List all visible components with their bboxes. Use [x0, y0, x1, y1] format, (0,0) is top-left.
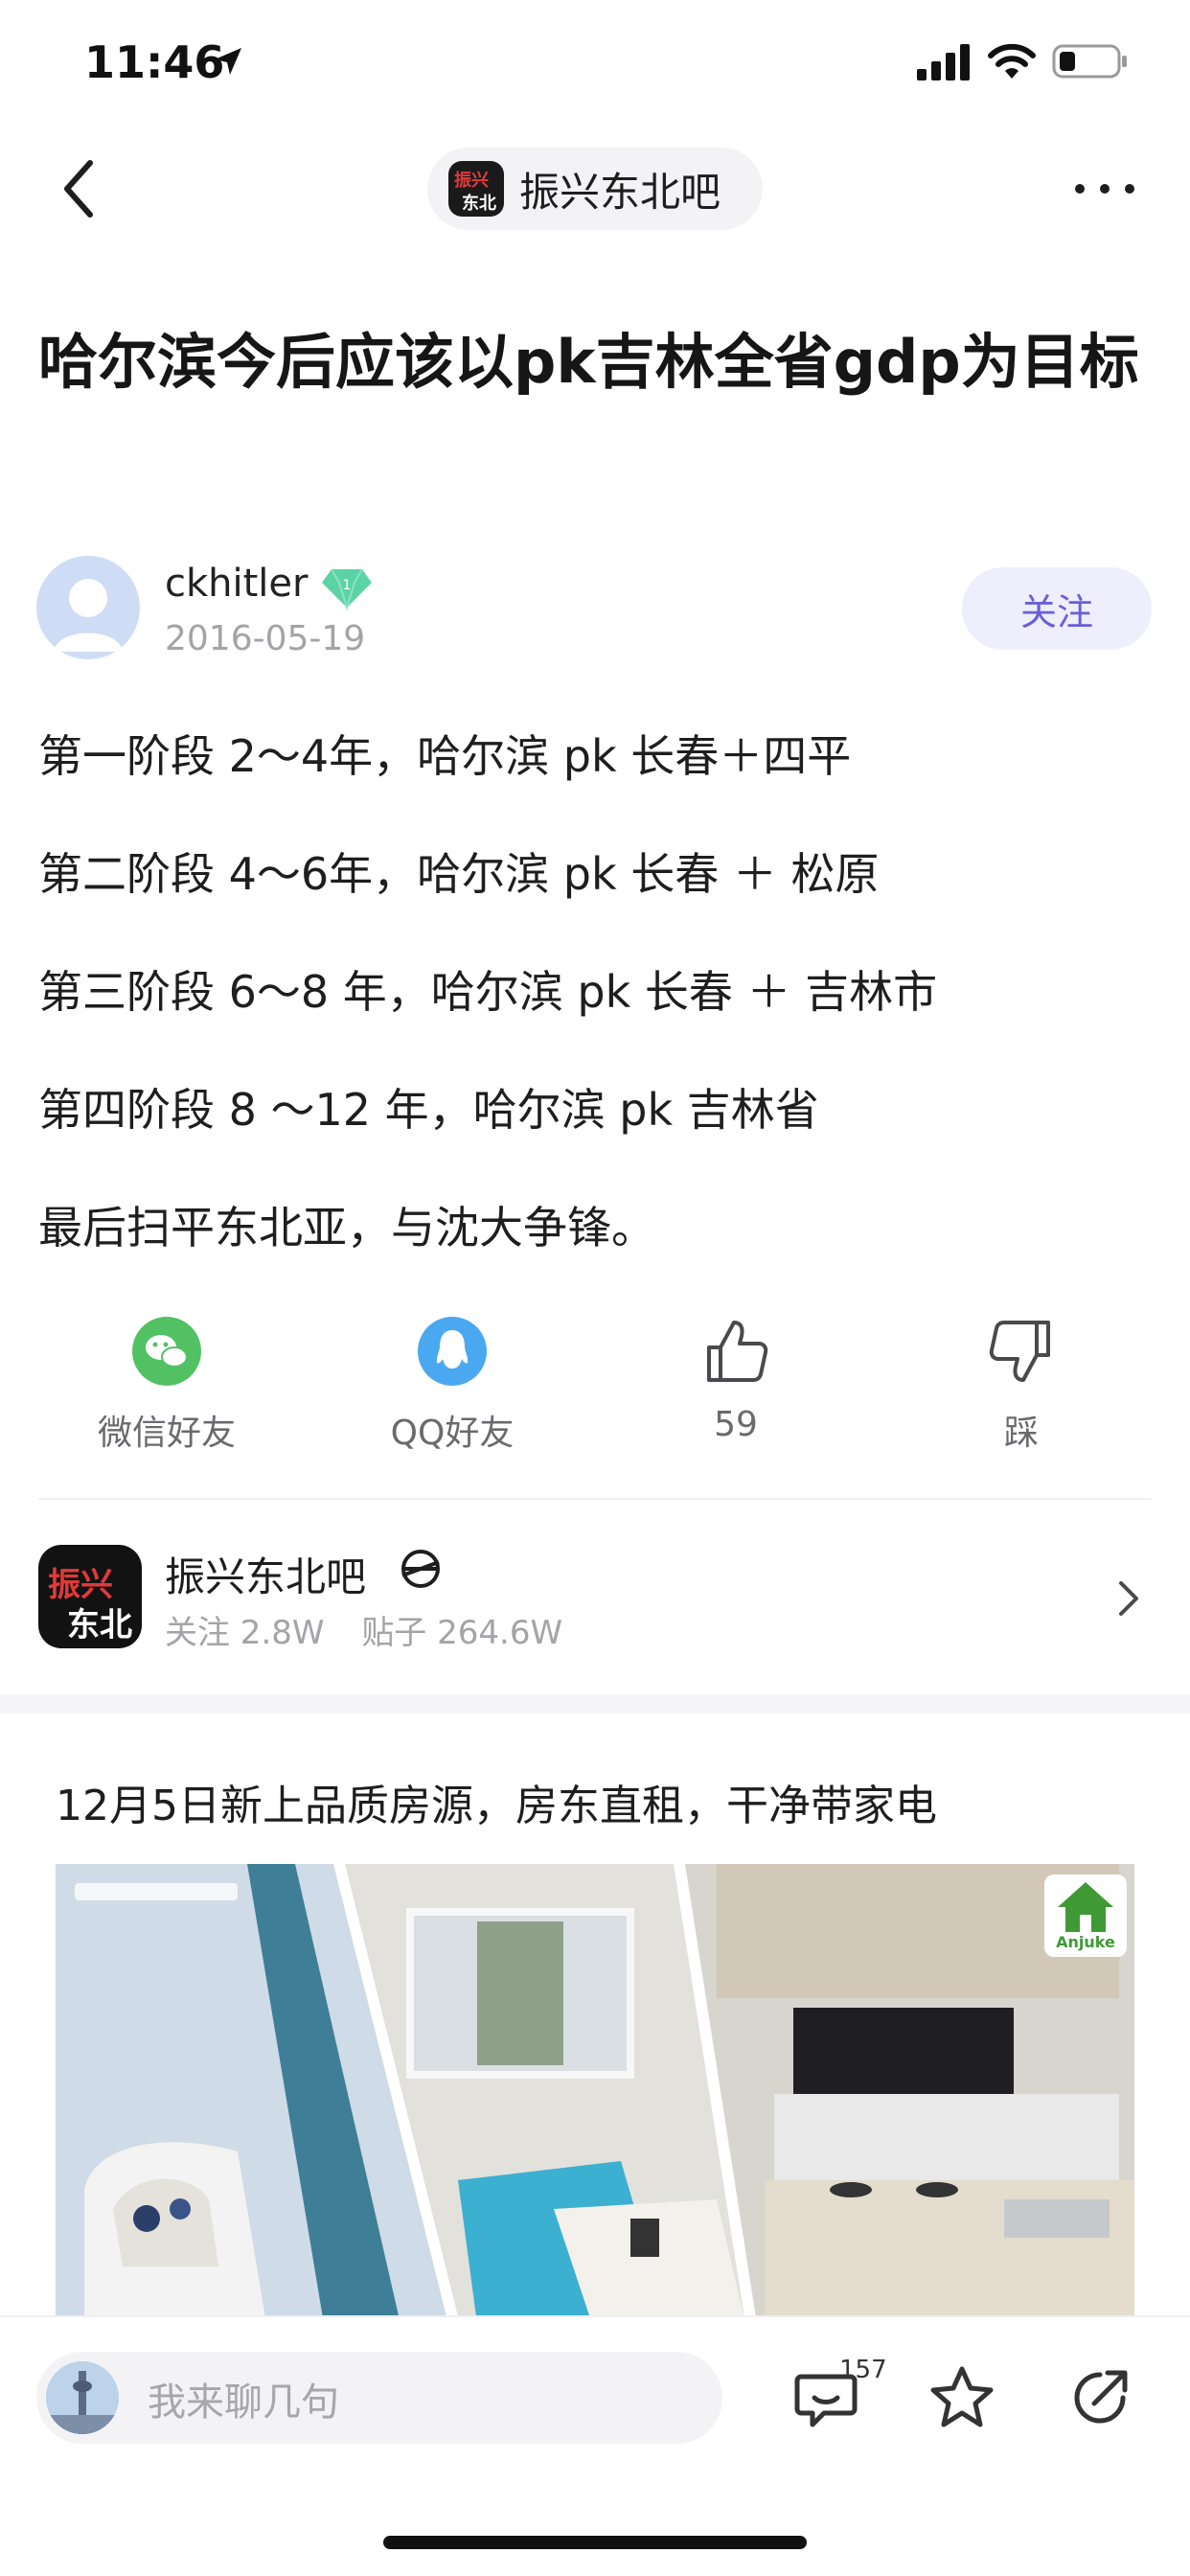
forum-chip[interactable]: 振兴 东北 振兴东北吧: [427, 148, 763, 230]
section-separator: [0, 1694, 1190, 1714]
forum-logo: 振兴 东北: [38, 1545, 142, 1648]
forum-name: 振兴东北吧: [165, 1553, 367, 1600]
forum-followers: 关注 2.8W: [165, 1614, 325, 1652]
ad-brand-badge: Anjuke: [1044, 1874, 1127, 1957]
level-diamond-icon: 1: [322, 568, 372, 611]
post-line: 第四阶段 8 ～12 年，哈尔滨 pk 吉林省: [38, 1084, 819, 1136]
divider: [38, 1498, 1152, 1500]
user-avatar-photo: [46, 2361, 119, 2434]
cellular-signal-icon: [917, 44, 970, 80]
ad-image[interactable]: [56, 1864, 1134, 2324]
ad-title[interactable]: 12月5日新上品质房源，房东直租，干净带家电: [56, 1771, 937, 1832]
comment-placeholder[interactable]: 我来聊几句: [148, 2371, 339, 2426]
like-count: 59: [714, 1405, 758, 1444]
post-line: 第三阶段 6～8 年，哈尔滨 pk 长春 ＋ 吉林市: [38, 966, 938, 1018]
share-icon[interactable]: [1065, 2363, 1134, 2432]
post-body: 第一阶段 2～4年，哈尔滨 pk 长春＋四平 第二阶段 4～6年，哈尔滨 pk …: [38, 724, 1159, 1313]
forum-logo-text-top: 振兴: [454, 171, 489, 191]
forum-logo-text-bottom: 东北: [67, 1606, 132, 1644]
forum-chip-name: 振兴东北吧: [519, 168, 721, 216]
ad-brand-label: Anjuke: [1056, 1933, 1115, 1951]
post-date: 2016-05-19: [165, 619, 366, 658]
share-wechat-button[interactable]: 微信好友: [61, 1315, 272, 1455]
post-line: 最后扫平东北亚，与沈大争锋。: [38, 1202, 655, 1254]
wechat-label: 微信好友: [97, 1414, 236, 1453]
qq-icon: [418, 1317, 487, 1386]
more-icon[interactable]: [1073, 182, 1136, 196]
status-bar: 11:46: [0, 0, 1190, 126]
thumbs-down-icon: [989, 1321, 1050, 1382]
chevron-right-icon: [1119, 1581, 1138, 1616]
wechat-icon: [132, 1317, 201, 1386]
user-avatar: [46, 2361, 119, 2434]
dislike-label: 踩: [1003, 1414, 1039, 1453]
back-icon[interactable]: [57, 155, 100, 222]
forum-logo-text-bottom: 东北: [462, 194, 496, 214]
forum-logo: 振兴 东北: [448, 161, 504, 217]
level-badge-number: 1: [343, 578, 352, 593]
thumbs-up-icon: [707, 1321, 768, 1382]
forum-posts: 贴子 264.6W: [361, 1614, 563, 1652]
dislike-button[interactable]: 踩: [916, 1315, 1127, 1455]
comment-input[interactable]: [36, 2352, 722, 2444]
default-avatar-icon: [54, 579, 123, 652]
follow-button[interactable]: 关注: [962, 567, 1152, 650]
avatar[interactable]: [36, 556, 140, 659]
share-qq-button[interactable]: QQ好友: [347, 1315, 558, 1455]
forum-tag-icon: [401, 1550, 440, 1588]
post-line: 第一阶段 2～4年，哈尔滨 pk 长春＋四平: [38, 730, 852, 782]
star-icon[interactable]: [927, 2363, 996, 2432]
apartment-photo-collage: [56, 1864, 1134, 2324]
like-button[interactable]: 59: [630, 1315, 841, 1444]
comment-count: 157: [839, 2356, 887, 2384]
wifi-icon: [988, 43, 1036, 79]
status-time: 11:46: [84, 36, 225, 88]
home-indicator: [383, 2536, 807, 2549]
post-title: 哈尔滨今后应该以pk吉林全省gdp为目标: [38, 327, 1139, 397]
location-arrow-icon: [215, 48, 241, 75]
battery-icon: [1052, 44, 1127, 79]
qq-label: QQ好友: [390, 1414, 515, 1453]
forum-stats: 关注 2.8W 贴子 264.6W: [165, 1606, 589, 1653]
post-line: 第二阶段 4～6年，哈尔滨 pk 长春 ＋ 松原: [38, 848, 880, 900]
author-name[interactable]: ckhitler: [165, 562, 308, 606]
